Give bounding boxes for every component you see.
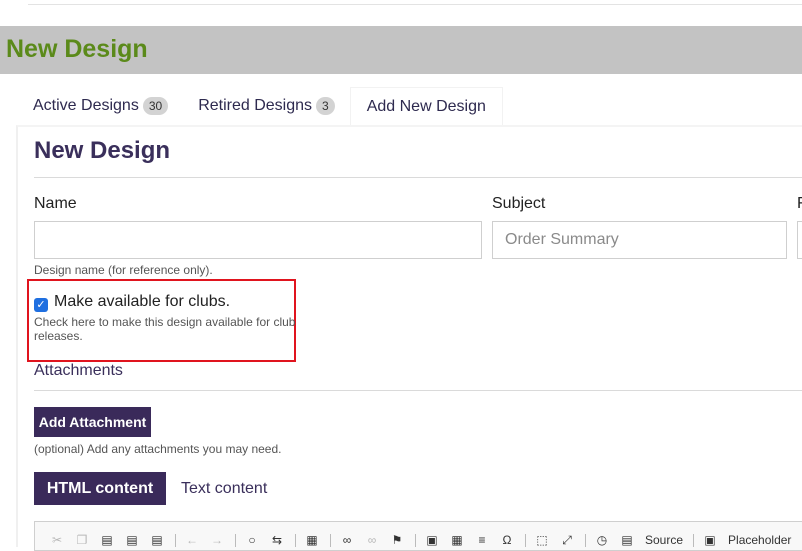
page-header: New Design (0, 26, 802, 74)
tab-add-new-design[interactable]: Add New Design (349, 87, 503, 126)
divider (34, 177, 802, 178)
count-badge: 3 (316, 97, 335, 115)
clubs-checkbox[interactable]: ✓ (34, 298, 48, 312)
count-badge: 30 (142, 97, 169, 115)
name-input[interactable] (34, 221, 482, 259)
subject-input[interactable] (492, 221, 787, 259)
tab-label: Active Designs (33, 97, 139, 114)
third-field-label: F (797, 195, 802, 212)
name-label: Name (34, 195, 77, 212)
maximize-icon[interactable]: ⤢ (560, 533, 574, 548)
clubs-help: Check here to make this design available… (34, 315, 296, 343)
clubs-checkbox-label[interactable]: Make available for clubs. (54, 293, 230, 311)
attachments-title: Attachments (34, 362, 123, 379)
tab-label: Add New Design (366, 98, 486, 115)
checkmark-icon: ✓ (36, 299, 46, 311)
top-strip (28, 0, 802, 5)
third-field-input[interactable] (797, 221, 802, 259)
page-title: New Design (6, 35, 148, 63)
name-help: Design name (for reference only). (34, 263, 213, 277)
add-attachment-button[interactable]: Add Attachment (34, 407, 151, 437)
tab-active-designs[interactable]: Active Designs 30 (18, 87, 183, 125)
attachments-help: (optional) Add any attachments you may n… (34, 442, 282, 456)
subject-label: Subject (492, 195, 546, 212)
section-title: New Design (34, 137, 171, 164)
design-tabs: Active Designs 30 Retired Designs 3 Add … (18, 87, 503, 126)
tab-label: Retired Designs (198, 97, 313, 114)
divider (34, 390, 802, 391)
tab-html-content[interactable]: HTML content (34, 472, 166, 505)
tab-retired-designs[interactable]: Retired Designs 3 (183, 87, 350, 125)
tab-text-content[interactable]: Text content (181, 480, 267, 498)
